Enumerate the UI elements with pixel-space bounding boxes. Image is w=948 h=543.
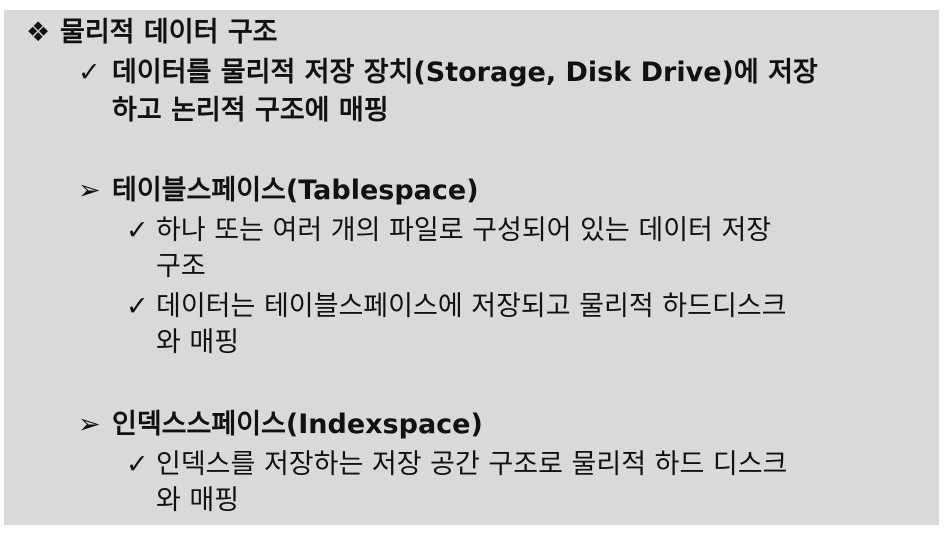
list-item: ✓ 인덱스를 저장하는 저장 공간 구조로 물리적 하드 디스크	[126, 448, 787, 482]
check-icon: ✓	[126, 449, 149, 480]
arrow-bullet-icon: ➢	[78, 409, 101, 440]
list-item: ✓ 하나 또는 여러 개의 파일로 구성되어 있는 데이터 저장	[126, 214, 771, 248]
list-item-line-2: 구조	[156, 251, 206, 282]
check-icon: ✓	[78, 57, 101, 88]
list-item-line-2: 와 매핑	[156, 485, 240, 516]
section-title-indexspace: ➢ 인덱스스페이스(Indexspace)	[78, 408, 483, 442]
check-icon: ✓	[126, 291, 149, 322]
intro-line-2: 하고 논리적 구조에 매핑	[112, 95, 389, 126]
page-title-text: 물리적 데이터 구조	[60, 17, 278, 48]
intro-line-1: 데이터를 물리적 저장 장치(Storage, Disk Drive)에 저장	[112, 57, 818, 88]
section-title-text: 인덱스스페이스(Indexspace)	[112, 409, 483, 440]
arrow-bullet-icon: ➢	[78, 175, 101, 206]
section-title-tablespace: ➢ 테이블스페이스(Tablespace)	[78, 174, 479, 208]
list-item: ✓ 데이터는 테이블스페이스에 저장되고 물리적 하드디스크	[126, 290, 787, 324]
section-title-text: 테이블스페이스(Tablespace)	[112, 175, 479, 206]
list-item-line-1: 하나 또는 여러 개의 파일로 구성되어 있는 데이터 저장	[156, 215, 772, 246]
diamond-bullet-icon: ❖	[26, 17, 51, 48]
page-title: ❖ 물리적 데이터 구조	[26, 16, 278, 50]
intro-item: ✓ 데이터를 물리적 저장 장치(Storage, Disk Drive)에 저장	[78, 56, 818, 90]
list-item-line-1: 데이터는 테이블스페이스에 저장되고 물리적 하드디스크	[156, 291, 787, 322]
list-item-line-1: 인덱스를 저장하는 저장 공간 구조로 물리적 하드 디스크	[156, 449, 788, 480]
content-panel: ❖ 물리적 데이터 구조 ✓ 데이터를 물리적 저장 장치(Storage, Dis…	[4, 10, 939, 525]
check-icon: ✓	[126, 215, 149, 246]
list-item-line-2: 와 매핑	[156, 327, 240, 358]
